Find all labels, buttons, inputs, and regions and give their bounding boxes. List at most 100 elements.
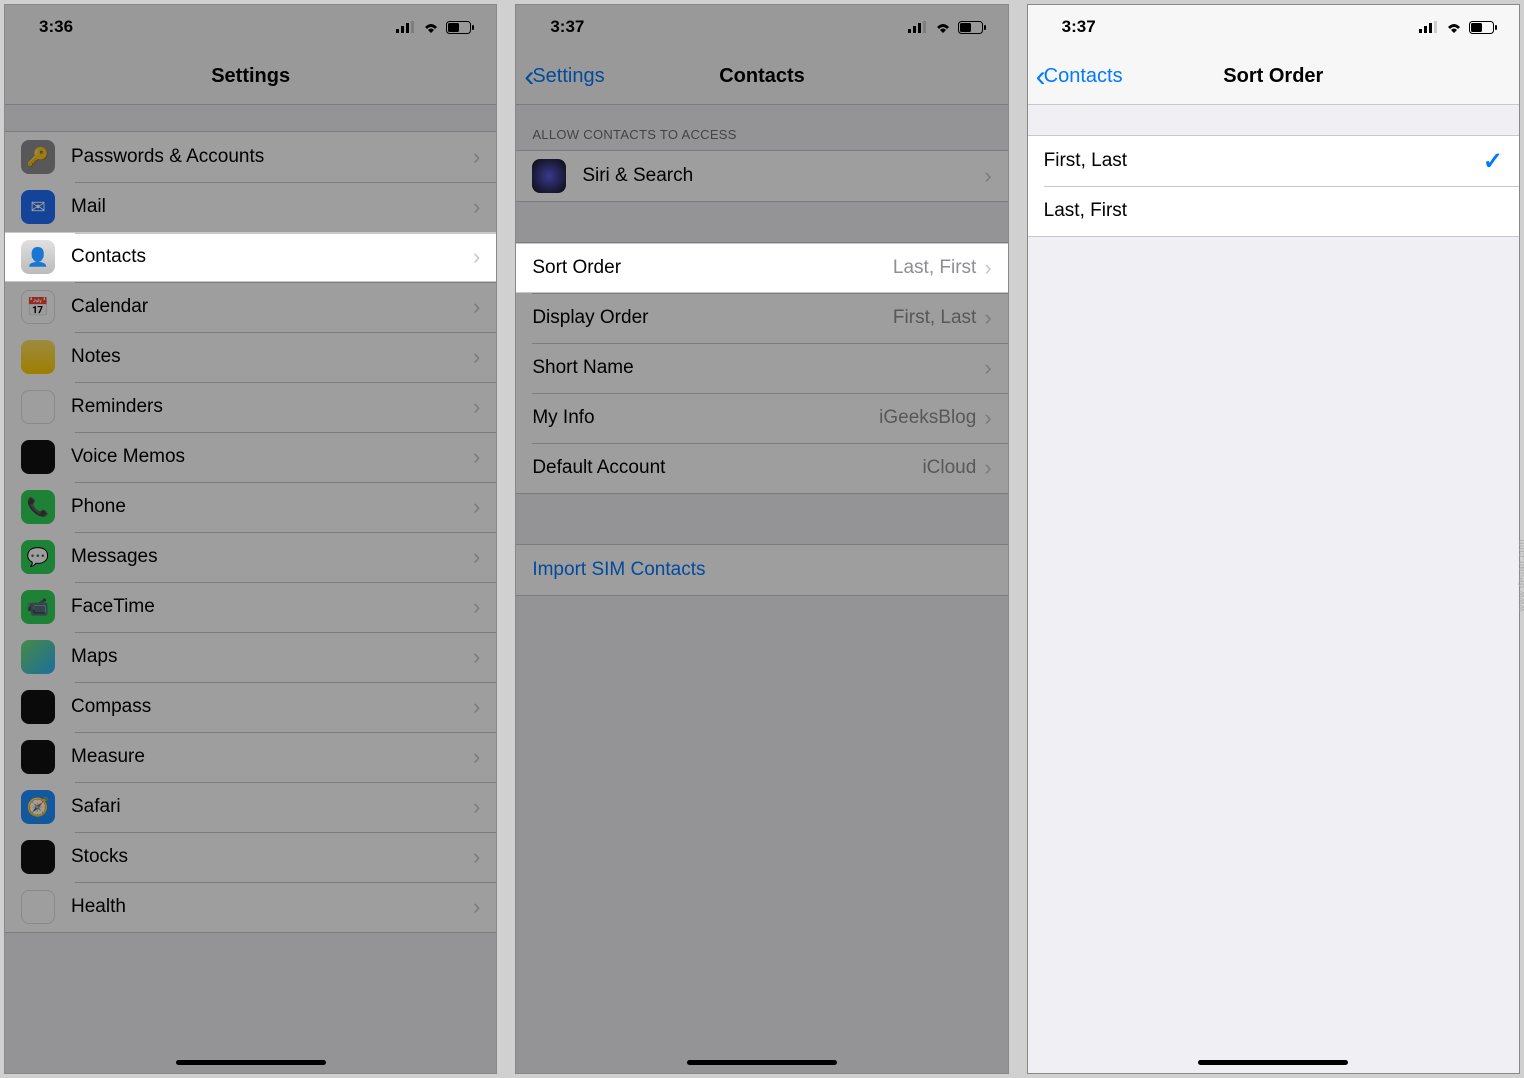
- row-label: Notes: [71, 346, 473, 368]
- settings-row-calendar[interactable]: 📅Calendar›: [5, 282, 496, 332]
- row-label: Voice Memos: [71, 446, 473, 468]
- cellular-icon: [396, 21, 416, 33]
- row-label: Mail: [71, 196, 473, 218]
- sort-order-screen: 3:37 ‹ Contacts Sort Order First, Last✓L…: [1027, 4, 1520, 1074]
- section-header-access: ALLOW CONTACTS TO ACCESS: [516, 105, 1007, 150]
- row-label: Messages: [71, 546, 473, 568]
- sort-option-first-last[interactable]: First, Last✓: [1028, 136, 1519, 186]
- safari-icon: 🧭: [21, 790, 55, 824]
- home-indicator[interactable]: [1198, 1060, 1348, 1065]
- settings-row-notes[interactable]: Notes›: [5, 332, 496, 382]
- access-list: Siri & Search ›: [516, 150, 1007, 202]
- stocks-icon: [21, 840, 55, 874]
- back-label: Contacts: [1044, 65, 1123, 88]
- page-title: Sort Order: [1223, 65, 1323, 88]
- settings-row-contacts[interactable]: 👤 Contacts›: [5, 232, 496, 282]
- settings-list-container[interactable]: 🔑Passwords & Accounts›✉︎Mail›👤Contacts›📅…: [5, 105, 496, 1073]
- wifi-icon: [934, 21, 952, 33]
- settings-row-mail[interactable]: ✉︎Mail›: [5, 182, 496, 232]
- contacts-row-default-account[interactable]: Default AccountiCloud›: [516, 443, 1007, 493]
- contacts-options-list: Sort OrderLast, First›Display OrderFirst…: [516, 242, 1007, 494]
- contacts-settings-container[interactable]: ALLOW CONTACTS TO ACCESS Siri & Search ›…: [516, 105, 1007, 1073]
- battery-icon: [958, 21, 986, 34]
- contacts-row-display-order[interactable]: Display OrderFirst, Last›: [516, 293, 1007, 343]
- row-label: Stocks: [71, 846, 473, 868]
- settings-screen: 3:36 Settings 🔑Passwords & Accounts›✉︎Ma…: [4, 4, 497, 1074]
- compass-icon: [21, 690, 55, 724]
- row-label: Safari: [71, 796, 473, 818]
- nav-bar: ‹ Contacts Sort Order: [1028, 49, 1519, 105]
- row-label: Display Order: [532, 307, 893, 329]
- import-list: Import SIM Contacts: [516, 544, 1007, 596]
- contacts-row-short-name[interactable]: Short Name›: [516, 343, 1007, 393]
- settings-row-maps[interactable]: Maps›: [5, 632, 496, 682]
- settings-row-voicememos[interactable]: Voice Memos›: [5, 432, 496, 482]
- wifi-icon: [1445, 21, 1463, 33]
- siri-search-row[interactable]: Siri & Search ›: [516, 151, 1007, 201]
- page-title: Contacts: [719, 65, 805, 88]
- row-label: Measure: [71, 746, 473, 768]
- chevron-right-icon: ›: [473, 194, 480, 220]
- row-label: Default Account: [532, 457, 922, 479]
- chevron-right-icon: ›: [473, 394, 480, 420]
- measure-icon: [21, 740, 55, 774]
- settings-row-reminders[interactable]: Reminders›: [5, 382, 496, 432]
- settings-row-compass[interactable]: Compass›: [5, 682, 496, 732]
- settings-row-measure[interactable]: Measure›: [5, 732, 496, 782]
- settings-row-facetime[interactable]: 📹 FaceTime›: [5, 582, 496, 632]
- phone-icon: 📞: [21, 490, 55, 524]
- row-label: FaceTime: [71, 596, 473, 618]
- chevron-right-icon: ›: [473, 144, 480, 170]
- chevron-right-icon: ›: [984, 405, 991, 431]
- voicememos-icon: [21, 440, 55, 474]
- row-value: iCloud: [922, 457, 976, 479]
- settings-row-phone[interactable]: 📞Phone›: [5, 482, 496, 532]
- status-time: 3:36: [39, 17, 73, 37]
- checkmark-icon: ✓: [1483, 147, 1503, 176]
- settings-row-safari[interactable]: 🧭 Safari›: [5, 782, 496, 832]
- messages-icon: 💬: [21, 540, 55, 574]
- chevron-right-icon: ›: [473, 894, 480, 920]
- import-sim-contacts-row[interactable]: Import SIM Contacts: [516, 545, 1007, 595]
- chevron-right-icon: ›: [473, 444, 480, 470]
- cellular-icon: [908, 21, 928, 33]
- back-button[interactable]: ‹ Settings: [524, 62, 604, 92]
- chevron-right-icon: ›: [473, 294, 480, 320]
- row-label: Phone: [71, 496, 473, 518]
- sort-order-container[interactable]: First, Last✓Last, First: [1028, 105, 1519, 1073]
- chevron-right-icon: ›: [473, 344, 480, 370]
- siri-icon: [532, 159, 566, 193]
- notes-icon: [21, 340, 55, 374]
- row-label: Contacts: [71, 246, 473, 268]
- facetime-icon: 📹: [21, 590, 55, 624]
- health-icon: ♥: [21, 890, 55, 924]
- battery-icon: [446, 21, 474, 34]
- settings-row-health[interactable]: ♥Health›: [5, 882, 496, 932]
- row-value: Last, First: [893, 257, 976, 279]
- maps-icon: [21, 640, 55, 674]
- chevron-right-icon: ›: [473, 244, 480, 270]
- chevron-right-icon: ›: [473, 794, 480, 820]
- contacts-icon: 👤: [21, 240, 55, 274]
- home-indicator[interactable]: [687, 1060, 837, 1065]
- contacts-row-my-info[interactable]: My InfoiGeeksBlog›: [516, 393, 1007, 443]
- sort-option-last-first[interactable]: Last, First: [1028, 186, 1519, 236]
- chevron-right-icon: ›: [473, 594, 480, 620]
- row-label: Sort Order: [532, 257, 893, 279]
- cellular-icon: [1419, 21, 1439, 33]
- settings-row-messages[interactable]: 💬Messages›: [5, 532, 496, 582]
- home-indicator[interactable]: [176, 1060, 326, 1065]
- watermark: www.deuaq.com: [1517, 539, 1524, 612]
- contacts-row-sort-order[interactable]: Sort OrderLast, First›: [516, 243, 1007, 293]
- chevron-right-icon: ›: [984, 163, 991, 189]
- chevron-right-icon: ›: [984, 305, 991, 331]
- chevron-right-icon: ›: [473, 694, 480, 720]
- settings-row-stocks[interactable]: Stocks›: [5, 832, 496, 882]
- row-label: My Info: [532, 407, 879, 429]
- settings-row-passwords[interactable]: 🔑Passwords & Accounts›: [5, 132, 496, 182]
- back-button[interactable]: ‹ Contacts: [1036, 62, 1123, 92]
- status-indicators: [908, 21, 986, 34]
- contacts-settings-screen: 3:37 ‹ Settings Contacts ALLOW CONTACTS …: [515, 4, 1008, 1074]
- row-label: Passwords & Accounts: [71, 146, 473, 168]
- chevron-right-icon: ›: [473, 744, 480, 770]
